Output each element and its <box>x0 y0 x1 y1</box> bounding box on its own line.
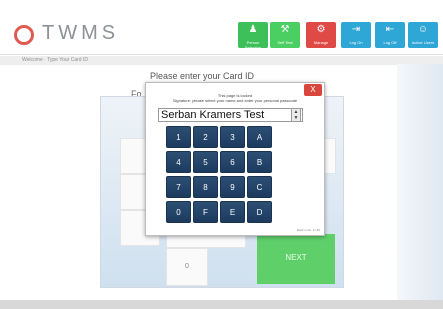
background-key-zero[interactable]: 0 <box>166 248 208 286</box>
dialog-footer: Back Lock: 17:46 <box>296 228 320 232</box>
app-window: TWMS ♟ Person Selection ⚒ Self Test ⚙ Manage ⇥… <box>0 0 443 300</box>
user-select[interactable]: Serban Kramers Test <box>158 108 303 122</box>
keypad-key-5[interactable]: 5 <box>193 151 218 173</box>
logoff-icon: ⇤ <box>385 24 395 35</box>
keypad-key-f[interactable]: F <box>193 201 218 223</box>
logoff-button[interactable]: ⇤ Log Off <box>375 22 405 48</box>
keypad-key-4[interactable]: 4 <box>166 151 191 173</box>
app-logo: TWMS <box>42 22 120 44</box>
next-button[interactable]: NEXT <box>257 234 335 284</box>
user-button[interactable]: ☺ Active Users <box>408 22 438 48</box>
manage-icon: ⚙ <box>316 24 326 35</box>
keypad-key-c[interactable]: C <box>247 176 272 198</box>
person-button[interactable]: ♟ Person Selection <box>238 22 268 50</box>
logon-button[interactable]: ⇥ Log On <box>341 22 371 48</box>
keypad-key-0[interactable]: 0 <box>166 201 191 223</box>
keypad-key-2[interactable]: 2 <box>193 126 218 148</box>
keypad-key-8[interactable]: 8 <box>193 176 218 198</box>
keypad-key-d[interactable]: D <box>247 201 272 223</box>
keypad-key-6[interactable]: 6 <box>220 151 245 173</box>
keypad-key-a[interactable]: A <box>247 126 272 148</box>
user-icon: ☺ <box>417 24 429 35</box>
dialog-instructions: Signature: please select your name and e… <box>172 98 298 103</box>
chevron-updown-icon[interactable]: ▲ ▼ <box>291 108 301 122</box>
keypad-key-e[interactable]: E <box>220 201 245 223</box>
header-divider <box>0 54 443 55</box>
side-decoration <box>397 64 443 300</box>
keypad-key-7[interactable]: 7 <box>166 176 191 198</box>
keypad-key-9[interactable]: 9 <box>220 176 245 198</box>
tools-button[interactable]: ⚒ Self Test <box>270 22 300 48</box>
keypad-key-b[interactable]: B <box>247 151 272 173</box>
card-id-prompt: Please enter your Card ID <box>150 71 255 81</box>
breadcrumb-text: Welcome · Type Your Card ID <box>22 57 88 63</box>
toolbar-button-label: Log On <box>349 40 363 45</box>
toolbar-button-label: Manage <box>313 40 329 45</box>
toolbar-button-label: Self Test <box>277 40 293 45</box>
keypad-key-3[interactable]: 3 <box>220 126 245 148</box>
toolbar-button-label: Log Off <box>383 40 397 45</box>
window-bottom-edge <box>0 300 443 309</box>
logo-icon <box>14 25 34 45</box>
toolbar-button-label: Active Users <box>411 40 435 45</box>
person-icon: ♟ <box>248 24 258 35</box>
tools-icon: ⚒ <box>280 24 290 35</box>
keypad-key-1[interactable]: 1 <box>166 126 191 148</box>
logon-icon: ⇥ <box>351 24 361 35</box>
breadcrumb: Welcome · Type Your Card ID <box>0 56 443 65</box>
manage-button[interactable]: ⚙ Manage <box>306 22 336 48</box>
lock-dialog: X This page is locked Signature: please … <box>145 82 325 236</box>
toolbar-button-label: Person Selection <box>244 40 262 50</box>
